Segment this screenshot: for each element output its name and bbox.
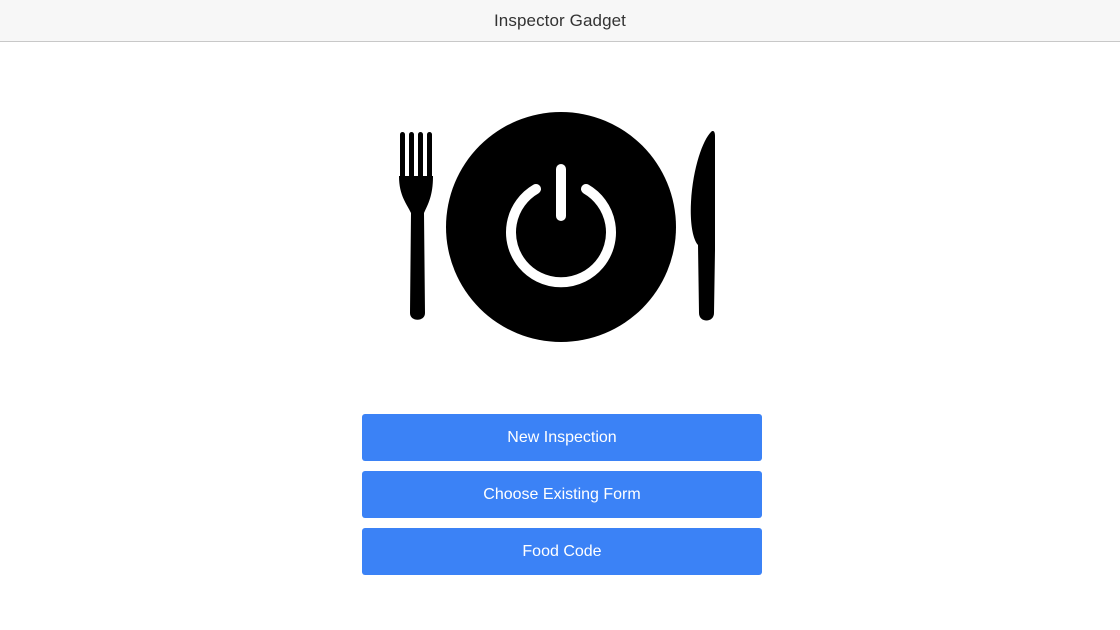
title-bar: Inspector Gadget <box>0 0 1120 42</box>
new-inspection-button[interactable]: New Inspection <box>362 414 762 461</box>
choose-existing-form-label: Choose Existing Form <box>483 485 641 503</box>
fork-icon <box>399 132 433 320</box>
action-buttons: New Inspection Choose Existing Form Food… <box>362 414 762 585</box>
window-title: Inspector Gadget <box>493 10 626 30</box>
knife-icon <box>690 131 715 321</box>
new-inspection-label: New Inspection <box>507 428 617 446</box>
food-code-button[interactable]: Food Code <box>362 528 762 575</box>
plate-power-icon <box>399 112 715 342</box>
choose-existing-form-button[interactable]: Choose Existing Form <box>362 471 762 518</box>
plate-icon <box>446 112 676 342</box>
app-logo <box>396 110 720 344</box>
food-code-label: Food Code <box>522 542 602 560</box>
